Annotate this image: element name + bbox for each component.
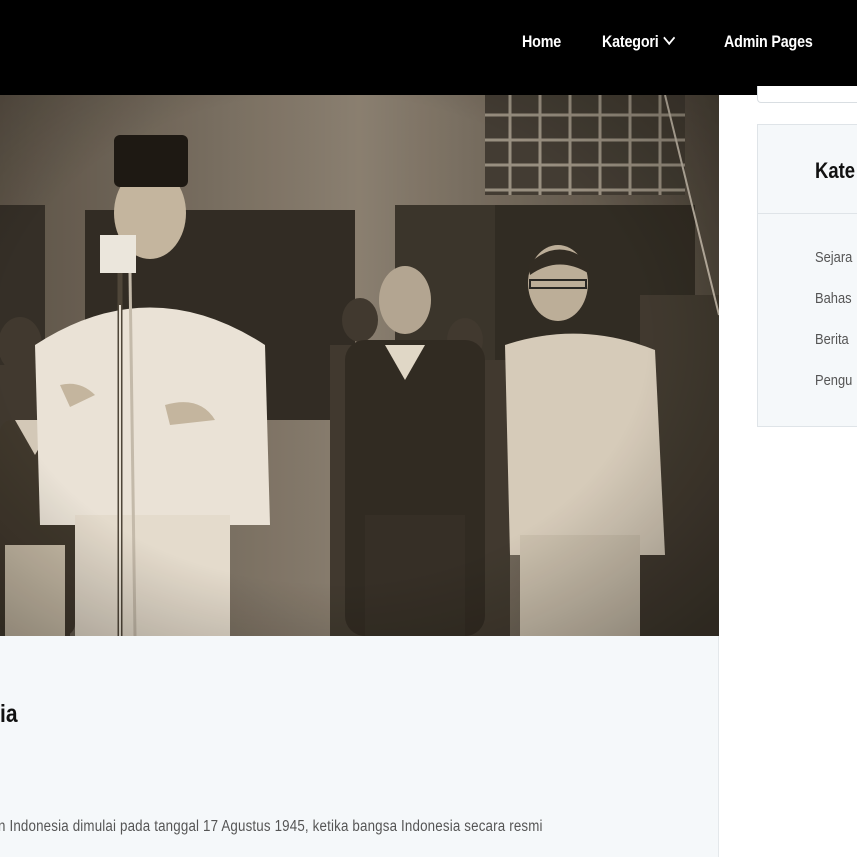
sidebar-search-box[interactable] [757,86,857,103]
widget-title: Kate [815,158,856,183]
top-navbar: Home Kategori Admin Pages [0,0,857,95]
categories-widget: Kate Sejara Bahas Berita Pengu [757,124,857,427]
featured-image[interactable] [0,95,719,636]
category-link-bahasa[interactable]: Bahas [815,290,852,307]
widget-header: Kate [758,125,857,214]
nav-home-link[interactable]: Home [522,30,561,54]
nav-admin-pages-link[interactable]: Admin Pages [724,30,813,54]
post-excerpt: n Indonesia dimulai pada tanggal 17 Agus… [0,818,543,835]
post-title[interactable]: ia [0,700,18,729]
chevron-down-icon [663,30,676,46]
proclamation-photo [0,95,719,636]
category-link-berita[interactable]: Berita [815,331,849,348]
nav-kategori-label: Kategori [602,32,659,51]
nav-kategori-dropdown[interactable]: Kategori [602,30,676,54]
category-link-sejarah[interactable]: Sejara [815,249,852,266]
category-link-pengumuman[interactable]: Pengu [815,372,852,389]
